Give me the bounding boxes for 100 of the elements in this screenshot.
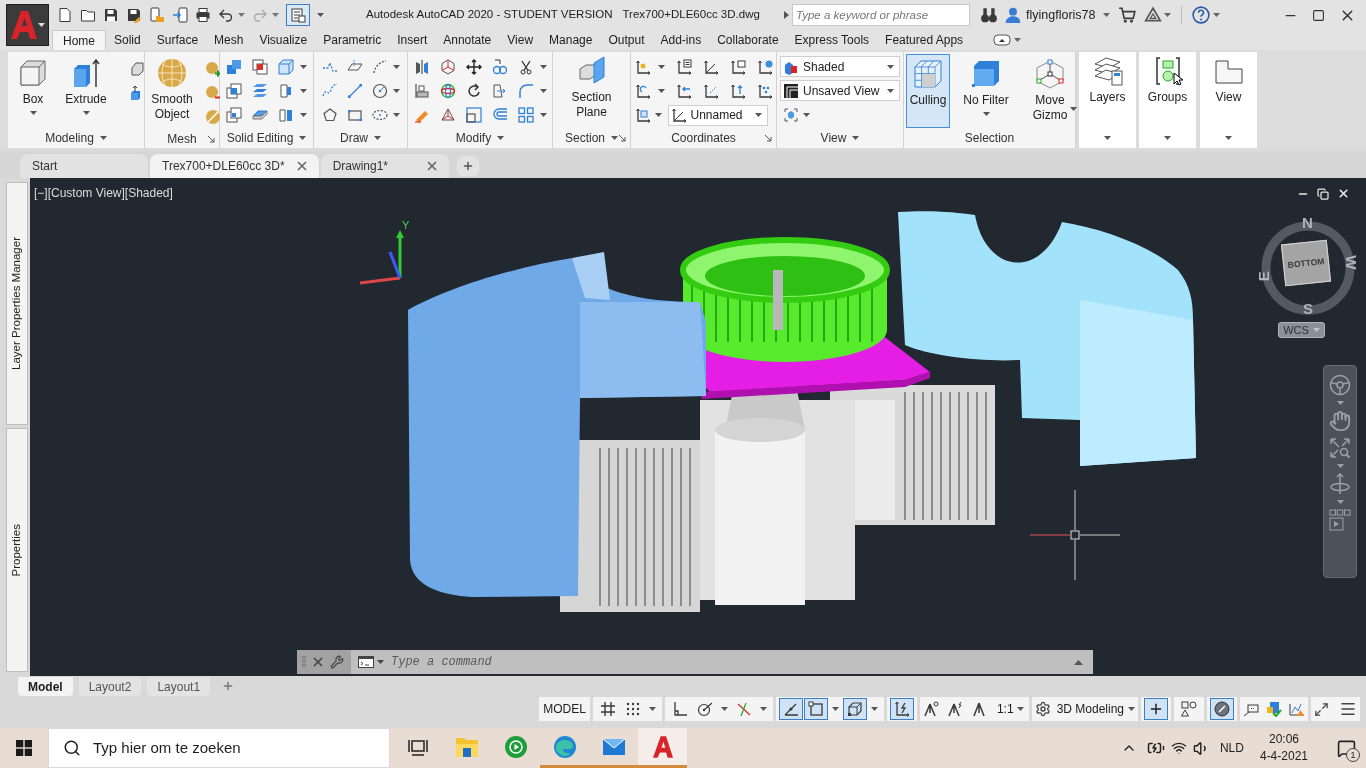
search-field[interactable]: Type a keyword or phrase	[792, 4, 970, 26]
ribbon-tab[interactable]: Parametric	[315, 30, 390, 50]
wave-circle-icon[interactable]	[552, 734, 577, 759]
triangle-axes-icon[interactable]	[439, 107, 456, 123]
letter-a-logo-icon[interactable]	[652, 734, 673, 759]
subtract-squares-icon[interactable]	[252, 59, 268, 75]
move-gizmo-button[interactable]: Move Gizmo	[1022, 54, 1078, 128]
ucs-dropdown[interactable]: Unnamed	[667, 104, 768, 126]
caret-icon[interactable]	[317, 13, 324, 17]
maximize-icon[interactable]	[1312, 8, 1325, 22]
dialog-launcher-icon[interactable]	[207, 134, 215, 143]
taskbar-app-button[interactable]	[638, 728, 687, 768]
wifi-icon[interactable]	[1170, 740, 1187, 756]
caret-icon[interactable]	[657, 89, 665, 93]
array-grid-icon[interactable]	[517, 107, 534, 123]
caret-icon[interactable]	[392, 65, 400, 69]
ribbon-tab[interactable]: Featured Apps	[877, 30, 972, 50]
caret-icon[interactable]	[392, 113, 400, 117]
sphere-plus-icon[interactable]	[205, 61, 221, 77]
ribbon-tab[interactable]: Solid	[106, 30, 149, 50]
axes-rotate-icon[interactable]	[634, 83, 651, 99]
layers-button[interactable]: Layers	[1080, 52, 1135, 126]
ribbon-tab[interactable]: Add-ins	[652, 30, 710, 50]
grip-dots-icon[interactable]	[302, 655, 306, 669]
caret-icon[interactable]	[497, 136, 505, 140]
caret-icon[interactable]	[82, 111, 90, 115]
layout-tab[interactable]: Layout1	[147, 677, 211, 696]
scissors-icon[interactable]	[517, 59, 534, 75]
union-squares-icon[interactable]	[226, 59, 242, 75]
caret-icon[interactable]	[300, 113, 307, 117]
spline-icon[interactable]	[321, 83, 338, 99]
axes-dots-icon[interactable]	[756, 83, 773, 99]
circle-icon[interactable]	[371, 83, 388, 99]
restore-icon[interactable]	[1317, 187, 1329, 200]
caret-icon[interactable]	[1070, 107, 1077, 111]
rectangle-icon[interactable]	[346, 107, 363, 123]
tripod-icon[interactable]	[970, 701, 987, 717]
line-icon[interactable]	[346, 83, 363, 99]
sphere-minus-icon[interactable]	[205, 85, 221, 101]
caret-icon[interactable]	[392, 89, 400, 93]
copy-circles-icon[interactable]	[491, 59, 508, 75]
axes-up-arrow-icon[interactable]	[729, 83, 746, 99]
arc-icon[interactable]	[371, 59, 388, 75]
bevel-shape-icon[interactable]	[128, 61, 144, 77]
pentagon-icon[interactable]	[321, 107, 338, 123]
phone-folder-icon[interactable]	[149, 7, 165, 23]
film-play-icon[interactable]	[1329, 509, 1351, 531]
menu-icon[interactable]	[1339, 700, 1357, 718]
rotate-arrow-icon[interactable]	[465, 83, 482, 99]
3d-viewport[interactable]: Y [−][Custom View][Shaded] N S W E BOTTOM WCS Type a command	[30, 178, 1366, 676]
command-field[interactable]: Type a command	[351, 650, 1093, 674]
windows-logo-icon[interactable]	[16, 740, 32, 756]
printer-icon[interactable]	[195, 7, 211, 23]
open-folder-icon[interactable]	[80, 7, 96, 23]
binoculars-icon[interactable]	[980, 6, 998, 24]
caret-icon[interactable]	[1104, 136, 1111, 140]
save-icon[interactable]	[103, 7, 119, 23]
palette-tab[interactable]: Layer Properties Manager	[6, 182, 28, 425]
dialog-launcher-icon[interactable]	[618, 134, 626, 142]
envelope-icon[interactable]	[601, 736, 626, 757]
zoom-arrows-icon[interactable]	[1329, 437, 1351, 459]
ribbon-tab[interactable]: Output	[600, 30, 653, 50]
axes-list-icon[interactable]	[675, 59, 692, 75]
annotation-scale-button[interactable]: 1:1	[994, 700, 1026, 718]
application-menu-button[interactable]	[6, 4, 49, 46]
groups-button[interactable]: Groups	[1140, 52, 1195, 126]
expand-arrows-icon[interactable]	[1314, 701, 1329, 717]
caret-icon[interactable]	[37, 23, 45, 27]
caret-icon[interactable]	[754, 113, 762, 117]
user-name[interactable]: flyingfloris78	[1026, 5, 1096, 25]
document-icon[interactable]	[57, 7, 73, 23]
caret-icon[interactable]	[300, 65, 307, 69]
taskbar-search-field[interactable]: Typ hier om te zoeken	[48, 728, 390, 768]
caret-icon[interactable]	[1103, 13, 1111, 17]
caret-icon[interactable]	[272, 13, 279, 17]
command-prompt-icon[interactable]	[358, 656, 374, 668]
axes-dot-icon[interactable]	[634, 59, 651, 75]
caret-icon[interactable]	[831, 707, 839, 711]
phone-arrow-icon[interactable]	[172, 7, 188, 23]
triangle-outline-icon[interactable]	[1144, 6, 1163, 24]
caret-icon[interactable]	[720, 707, 728, 711]
axes-diagonal-icon[interactable]	[702, 59, 719, 75]
save-as-icon[interactable]	[126, 7, 142, 23]
gear-icon[interactable]	[1034, 701, 1051, 717]
wrench-icon[interactable]	[330, 655, 344, 669]
ribbon-tab[interactable]: Mesh	[206, 30, 252, 50]
caret-icon[interactable]	[654, 113, 662, 117]
tripod-lightning-icon[interactable]	[946, 701, 963, 717]
hexagon-handles-icon[interactable]	[1034, 58, 1066, 90]
rotate-sphere-icon[interactable]	[439, 83, 456, 99]
clock-time[interactable]: 20:06	[1268, 731, 1299, 748]
ribbon-tab[interactable]: Surface	[148, 30, 207, 50]
search-input[interactable]: Typ hier om te zoeken	[93, 736, 389, 760]
search-icon[interactable]	[63, 739, 81, 757]
caret-icon[interactable]	[29, 111, 37, 115]
caret-icon[interactable]	[1225, 136, 1232, 140]
command-input[interactable]: Type a command	[391, 652, 1071, 672]
caret-icon[interactable]	[238, 13, 245, 17]
ribbon-tab[interactable]: Annotate	[435, 30, 500, 50]
steering-wheel-icon[interactable]	[1329, 374, 1351, 396]
